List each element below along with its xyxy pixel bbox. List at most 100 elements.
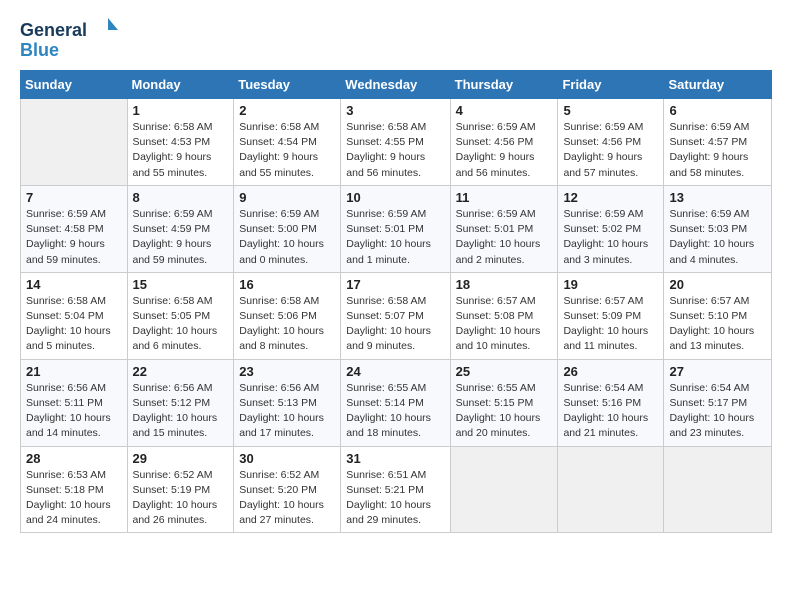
calendar-cell: 18Sunrise: 6:57 AMSunset: 5:08 PMDayligh… <box>450 272 558 359</box>
weekday-header-tuesday: Tuesday <box>234 71 341 99</box>
day-info: Sunrise: 6:58 AMSunset: 4:53 PMDaylight:… <box>133 120 229 181</box>
weekday-header-sunday: Sunday <box>21 71 128 99</box>
calendar-cell: 22 Sunrise: 6:56 AMSunset: 5:12 PMDayligh… <box>127 359 234 446</box>
svg-text:Blue: Blue <box>20 40 59 60</box>
day-info: Sunrise: 6:58 AMSunset: 4:54 PMDaylight:… <box>239 120 335 181</box>
calendar-cell: 31 Sunrise: 6:51 AMSunset: 5:21 PMDayligh… <box>341 446 450 533</box>
day-info: Sunrise: 6:57 AMSunset: 5:09 PMDaylight:… <box>563 294 658 355</box>
day-number: 1 <box>133 103 229 118</box>
day-number: 28 <box>26 451 122 466</box>
calendar-cell: 14 Sunrise: 6:58 AMSunset: 5:04 PMDayligh… <box>21 272 128 359</box>
svg-text:General: General <box>20 20 87 40</box>
calendar-cell: 30 Sunrise: 6:52 AMSunset: 5:20 PMDayligh… <box>234 446 341 533</box>
day-info: Sunrise: 6:57 AMSunset: 5:10 PMDaylight:… <box>669 294 766 355</box>
day-info: Sunrise: 6:51 AMSunset: 5:21 PMDaylight:… <box>346 468 444 529</box>
day-number: 9 <box>239 190 335 205</box>
day-info: Sunrise: 6:55 AMSunset: 5:15 PMDaylight:… <box>456 381 553 442</box>
day-number: 22 <box>133 364 229 379</box>
day-info: Sunrise: 6:56 AMSunset: 5:11 PMDaylight:… <box>26 381 122 442</box>
calendar-cell: 26Sunrise: 6:54 AMSunset: 5:16 PMDayligh… <box>558 359 664 446</box>
calendar-cell: 10 Sunrise: 6:59 AMSunset: 5:01 PMDayligh… <box>341 185 450 272</box>
week-row-3: 14 Sunrise: 6:58 AMSunset: 5:04 PMDayligh… <box>21 272 772 359</box>
calendar-cell: 4Sunrise: 6:59 AMSunset: 4:56 PMDaylight… <box>450 99 558 186</box>
calendar-cell: 8Sunrise: 6:59 AMSunset: 4:59 PMDaylight… <box>127 185 234 272</box>
day-number: 31 <box>346 451 444 466</box>
calendar-cell: 25 Sunrise: 6:55 AMSunset: 5:15 PMDayligh… <box>450 359 558 446</box>
weekday-row: SundayMondayTuesdayWednesdayThursdayFrid… <box>21 71 772 99</box>
weekday-header-friday: Friday <box>558 71 664 99</box>
day-info: Sunrise: 6:59 AMSunset: 4:56 PMDaylight:… <box>563 120 658 181</box>
calendar-cell: 1 Sunrise: 6:58 AMSunset: 4:53 PMDaylight… <box>127 99 234 186</box>
day-info: Sunrise: 6:58 AMSunset: 5:04 PMDaylight:… <box>26 294 122 355</box>
day-number: 6 <box>669 103 766 118</box>
week-row-1: 1 Sunrise: 6:58 AMSunset: 4:53 PMDaylight… <box>21 99 772 186</box>
day-number: 20 <box>669 277 766 292</box>
day-info: Sunrise: 6:58 AMSunset: 4:55 PMDaylight:… <box>346 120 444 181</box>
day-info: Sunrise: 6:52 AMSunset: 5:19 PMDaylight:… <box>133 468 229 529</box>
weekday-header-saturday: Saturday <box>664 71 772 99</box>
day-number: 17 <box>346 277 444 292</box>
day-number: 3 <box>346 103 444 118</box>
calendar-cell: 20 Sunrise: 6:57 AMSunset: 5:10 PMDayligh… <box>664 272 772 359</box>
day-info: Sunrise: 6:59 AMSunset: 5:03 PMDaylight:… <box>669 207 766 268</box>
day-info: Sunrise: 6:59 AMSunset: 4:56 PMDaylight:… <box>456 120 553 181</box>
day-number: 29 <box>133 451 229 466</box>
day-number: 25 <box>456 364 553 379</box>
day-info: Sunrise: 6:53 AMSunset: 5:18 PMDaylight:… <box>26 468 122 529</box>
day-number: 24 <box>346 364 444 379</box>
calendar-cell: 2 Sunrise: 6:58 AMSunset: 4:54 PMDaylight… <box>234 99 341 186</box>
header: General Blue <box>20 16 772 60</box>
calendar-cell: 7 Sunrise: 6:59 AMSunset: 4:58 PMDaylight… <box>21 185 128 272</box>
day-info: Sunrise: 6:59 AMSunset: 5:00 PMDaylight:… <box>239 207 335 268</box>
day-info: Sunrise: 6:58 AMSunset: 5:07 PMDaylight:… <box>346 294 444 355</box>
day-info: Sunrise: 6:52 AMSunset: 5:20 PMDaylight:… <box>239 468 335 529</box>
day-number: 30 <box>239 451 335 466</box>
weekday-header-monday: Monday <box>127 71 234 99</box>
day-info: Sunrise: 6:55 AMSunset: 5:14 PMDaylight:… <box>346 381 444 442</box>
week-row-2: 7 Sunrise: 6:59 AMSunset: 4:58 PMDaylight… <box>21 185 772 272</box>
day-number: 14 <box>26 277 122 292</box>
calendar-cell <box>558 446 664 533</box>
calendar-cell: 11 Sunrise: 6:59 AMSunset: 5:01 PMDayligh… <box>450 185 558 272</box>
day-info: Sunrise: 6:59 AMSunset: 5:01 PMDaylight:… <box>456 207 553 268</box>
calendar-cell: 29 Sunrise: 6:52 AMSunset: 5:19 PMDayligh… <box>127 446 234 533</box>
calendar-cell: 28 Sunrise: 6:53 AMSunset: 5:18 PMDayligh… <box>21 446 128 533</box>
day-number: 10 <box>346 190 444 205</box>
day-info: Sunrise: 6:54 AMSunset: 5:16 PMDaylight:… <box>563 381 658 442</box>
day-info: Sunrise: 6:57 AMSunset: 5:08 PMDaylight:… <box>456 294 553 355</box>
day-info: Sunrise: 6:59 AMSunset: 4:57 PMDaylight:… <box>669 120 766 181</box>
calendar-cell: 23Sunrise: 6:56 AMSunset: 5:13 PMDayligh… <box>234 359 341 446</box>
day-info: Sunrise: 6:59 AMSunset: 5:01 PMDaylight:… <box>346 207 444 268</box>
calendar-cell: 21Sunrise: 6:56 AMSunset: 5:11 PMDayligh… <box>21 359 128 446</box>
day-number: 13 <box>669 190 766 205</box>
day-number: 23 <box>239 364 335 379</box>
day-info: Sunrise: 6:56 AMSunset: 5:12 PMDaylight:… <box>133 381 229 442</box>
logo: General Blue <box>20 16 120 60</box>
calendar-body: 1 Sunrise: 6:58 AMSunset: 4:53 PMDaylight… <box>21 99 772 533</box>
weekday-header-thursday: Thursday <box>450 71 558 99</box>
day-info: Sunrise: 6:59 AMSunset: 5:02 PMDaylight:… <box>563 207 658 268</box>
day-info: Sunrise: 6:59 AMSunset: 4:59 PMDaylight:… <box>133 207 229 268</box>
day-number: 2 <box>239 103 335 118</box>
calendar-cell: 19Sunrise: 6:57 AMSunset: 5:09 PMDayligh… <box>558 272 664 359</box>
calendar-cell: 16Sunrise: 6:58 AMSunset: 5:06 PMDayligh… <box>234 272 341 359</box>
calendar-cell: 12 Sunrise: 6:59 AMSunset: 5:02 PMDayligh… <box>558 185 664 272</box>
calendar-cell: 27Sunrise: 6:54 AMSunset: 5:17 PMDayligh… <box>664 359 772 446</box>
logo-svg: General Blue <box>20 16 120 60</box>
calendar-cell <box>664 446 772 533</box>
day-info: Sunrise: 6:59 AMSunset: 4:58 PMDaylight:… <box>26 207 122 268</box>
day-number: 7 <box>26 190 122 205</box>
calendar-table: SundayMondayTuesdayWednesdayThursdayFrid… <box>20 70 772 533</box>
calendar-cell: 13 Sunrise: 6:59 AMSunset: 5:03 PMDayligh… <box>664 185 772 272</box>
calendar-cell <box>450 446 558 533</box>
weekday-header-wednesday: Wednesday <box>341 71 450 99</box>
calendar-cell: 3 Sunrise: 6:58 AMSunset: 4:55 PMDaylight… <box>341 99 450 186</box>
calendar-header: SundayMondayTuesdayWednesdayThursdayFrid… <box>21 71 772 99</box>
day-number: 11 <box>456 190 553 205</box>
logo-wrapper: General Blue <box>20 16 120 60</box>
week-row-5: 28 Sunrise: 6:53 AMSunset: 5:18 PMDayligh… <box>21 446 772 533</box>
day-number: 12 <box>563 190 658 205</box>
calendar-cell: 24 Sunrise: 6:55 AMSunset: 5:14 PMDayligh… <box>341 359 450 446</box>
day-info: Sunrise: 6:58 AMSunset: 5:05 PMDaylight:… <box>133 294 229 355</box>
day-number: 15 <box>133 277 229 292</box>
